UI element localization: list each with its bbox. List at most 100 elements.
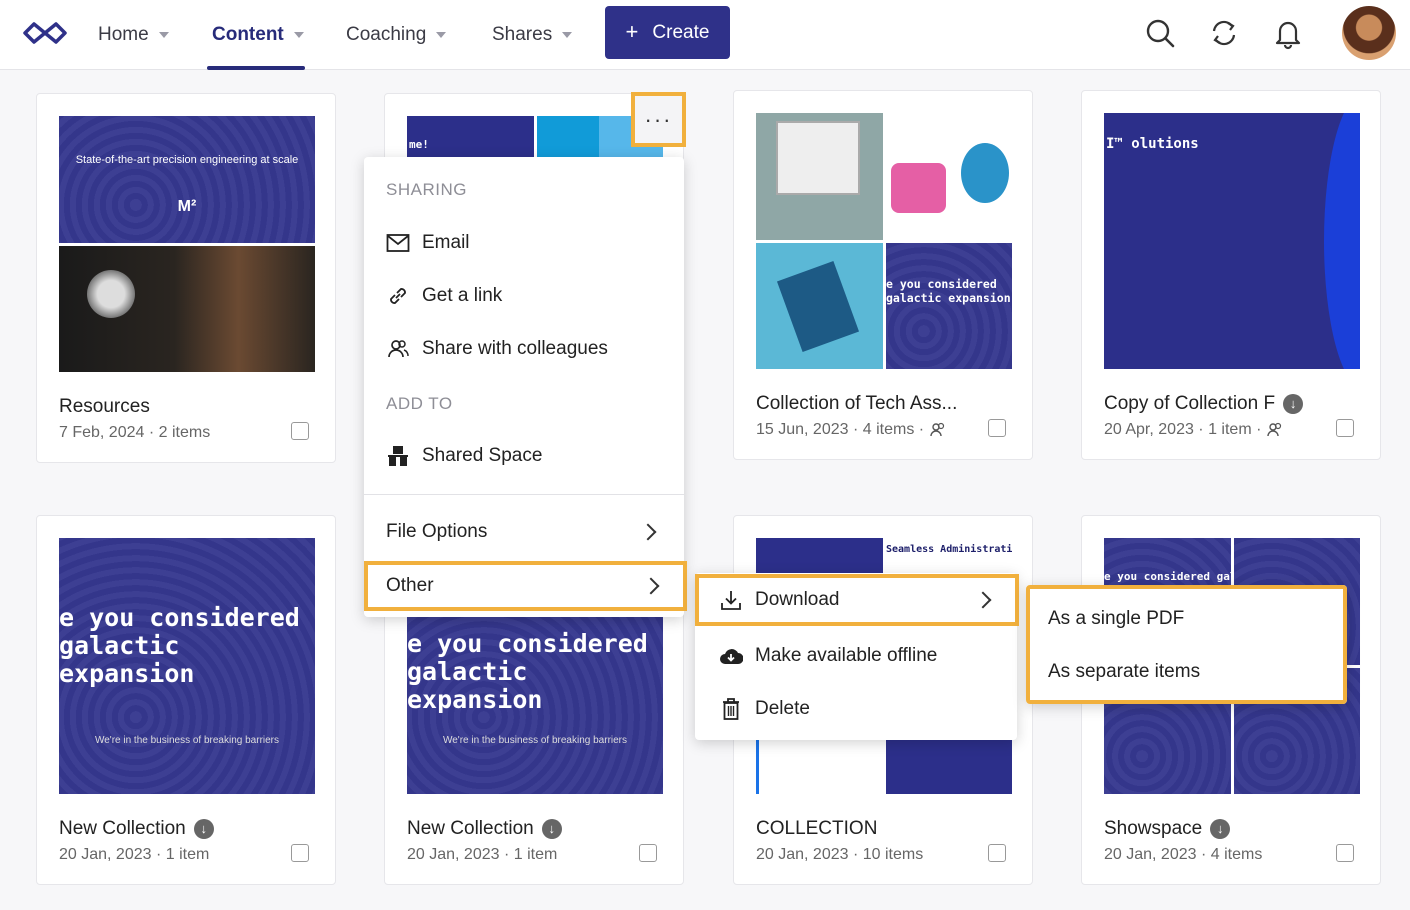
menu-item-shared-space[interactable]: Shared Space [364,430,684,482]
people-icon [386,337,410,361]
nav-content-label: Content [212,24,284,45]
card-title-text: Collection of Tech Ass... [756,393,958,414]
card-thumbnail: State-of-the-art precision engineering a… [59,116,315,372]
card-title: Resources [59,396,150,418]
nav-coaching-label: Coaching [346,24,427,45]
nav-content[interactable]: Content [212,0,304,70]
menu-divider [364,494,684,495]
card-title-text: COLLECTION [756,818,878,839]
menu-item-delete-label: Delete [755,698,810,719]
menu-item-single-pdf-label: As a single PDF [1048,608,1185,629]
card-checkbox[interactable] [639,844,657,862]
bell-icon[interactable] [1272,16,1304,50]
card-checkbox[interactable] [988,844,1006,862]
card-date: 20 Jan, 2023 [1104,846,1197,863]
slide-text: e you considered galactic expansion [59,603,300,688]
collection-card-tech-assets[interactable]: e you considered galactic expansion Coll… [733,90,1033,460]
slide-preview: State-of-the-art precision engineering a… [59,116,315,243]
card-meta: 20 Jan, 2023 · 1 item [59,846,210,863]
card-checkbox[interactable] [988,419,1006,437]
slide-text: I™ olutions [1106,136,1199,152]
slide-preview-motors [886,113,1012,240]
menu-section-add-to: ADD TO [386,394,453,413]
collection-card-resources[interactable]: State-of-the-art precision engineering a… [36,93,336,463]
chevron-right-icon [974,591,992,609]
chevron-down-icon [436,32,447,38]
card-date: 15 Jun, 2023 [756,421,849,438]
menu-item-email[interactable]: Email [364,217,684,269]
menu-item-get-link[interactable]: Get a link [364,270,684,322]
menu-item-other[interactable]: Other [364,561,687,611]
menu-item-separate-items[interactable]: As separate items [1026,646,1347,698]
collection-card-new-1[interactable]: e you considered galactic expansion We'r… [36,515,336,885]
card-title-text: Copy of Collection F [1104,393,1276,414]
slide-preview-arduino [756,243,883,369]
shared-people-icon [1267,422,1281,437]
slide-text: Seamless Administration [886,544,1012,555]
search-icon[interactable] [1144,16,1176,50]
menu-item-share-colleagues[interactable]: Share with colleagues [364,323,684,375]
slide-preview-galactic: e you considered galactic expansion [886,243,1012,369]
card-meta: 20 Jan, 2023 · 4 items [1104,846,1263,863]
card-checkbox[interactable] [1336,419,1354,437]
more-options-button[interactable]: ··· [631,92,686,147]
nav-home[interactable]: Home [98,0,169,70]
top-bar: Home Content Coaching Shares + Create [0,0,1410,70]
ellipsis-icon: ··· [644,106,673,132]
plus-icon: + [625,18,639,44]
cloud-download-icon [719,644,743,668]
card-count: 1 item [1208,421,1252,438]
chevron-right-icon [639,523,657,541]
slide-text: e you considered galactic expansion [407,629,648,714]
envelope-icon [386,231,410,255]
slide-text: e you considered galactic expansion [886,277,1011,305]
menu-item-delete[interactable]: Delete [695,683,1017,735]
card-meta: 20 Jan, 2023 · 10 items [756,846,924,863]
nav-coaching[interactable]: Coaching [346,0,447,70]
menu-item-file-options[interactable]: File Options [364,506,684,558]
card-title-text: Showspace [1104,818,1203,839]
card-date: 20 Jan, 2023 [59,846,152,863]
card-title: Collection of Tech Ass... [756,393,957,415]
user-avatar[interactable] [1342,6,1396,60]
app-logo-icon[interactable] [22,20,68,46]
nav-shares[interactable]: Shares [492,0,573,70]
menu-item-download-label: Download [755,589,840,610]
slide-text: me! [409,138,429,151]
menu-item-single-pdf[interactable]: As a single PDF [1026,593,1347,645]
download-status-icon: ↓ [1210,819,1231,839]
menu-item-download[interactable]: Download [695,574,1019,626]
card-title: Copy of Collection F ↓ [1104,393,1304,415]
menu-item-make-offline-label: Make available offline [755,645,938,666]
card-date: 20 Jan, 2023 [407,846,500,863]
card-checkbox[interactable] [1336,844,1354,862]
card-checkbox[interactable] [291,844,309,862]
chevron-down-icon [293,32,304,38]
sync-icon[interactable] [1208,16,1240,50]
nav-home-label: Home [98,24,149,45]
context-menu: SHARING Email Get a link Share with coll… [364,157,684,617]
card-checkbox[interactable] [291,422,309,440]
menu-item-separate-items-label: As separate items [1048,661,1201,682]
nav-shares-label: Shares [492,24,553,45]
link-icon [386,284,410,308]
menu-item-shared-space-label: Shared Space [422,445,543,466]
menu-item-file-options-label: File Options [386,521,488,542]
card-title: Showspace ↓ [1104,818,1231,840]
card-thumbnail: e you considered galactic expansion [756,113,1012,369]
create-button[interactable]: + Create [605,6,730,59]
download-submenu: As a single PDF As separate items [1026,585,1347,704]
card-title: New Collection ↓ [59,818,214,840]
card-meta: 7 Feb, 2024 · 2 items [59,424,211,441]
menu-section-sharing: SHARING [386,180,467,199]
card-count: 4 items [862,421,915,438]
collection-card-copy[interactable]: I™ olutions Copy of Collection F ↓ 20 Apr… [1081,90,1381,460]
menu-item-make-offline[interactable]: Make available offline [695,630,1017,682]
slide-subtext: We're in the business of breaking barrie… [94,735,280,746]
card-count: 1 item [513,846,558,863]
menu-item-share-colleagues-label: Share with colleagues [422,338,608,359]
card-date: 20 Apr, 2023 [1104,421,1194,438]
card-count: 1 item [165,846,210,863]
download-icon [719,588,743,612]
chevron-down-icon [158,32,169,38]
